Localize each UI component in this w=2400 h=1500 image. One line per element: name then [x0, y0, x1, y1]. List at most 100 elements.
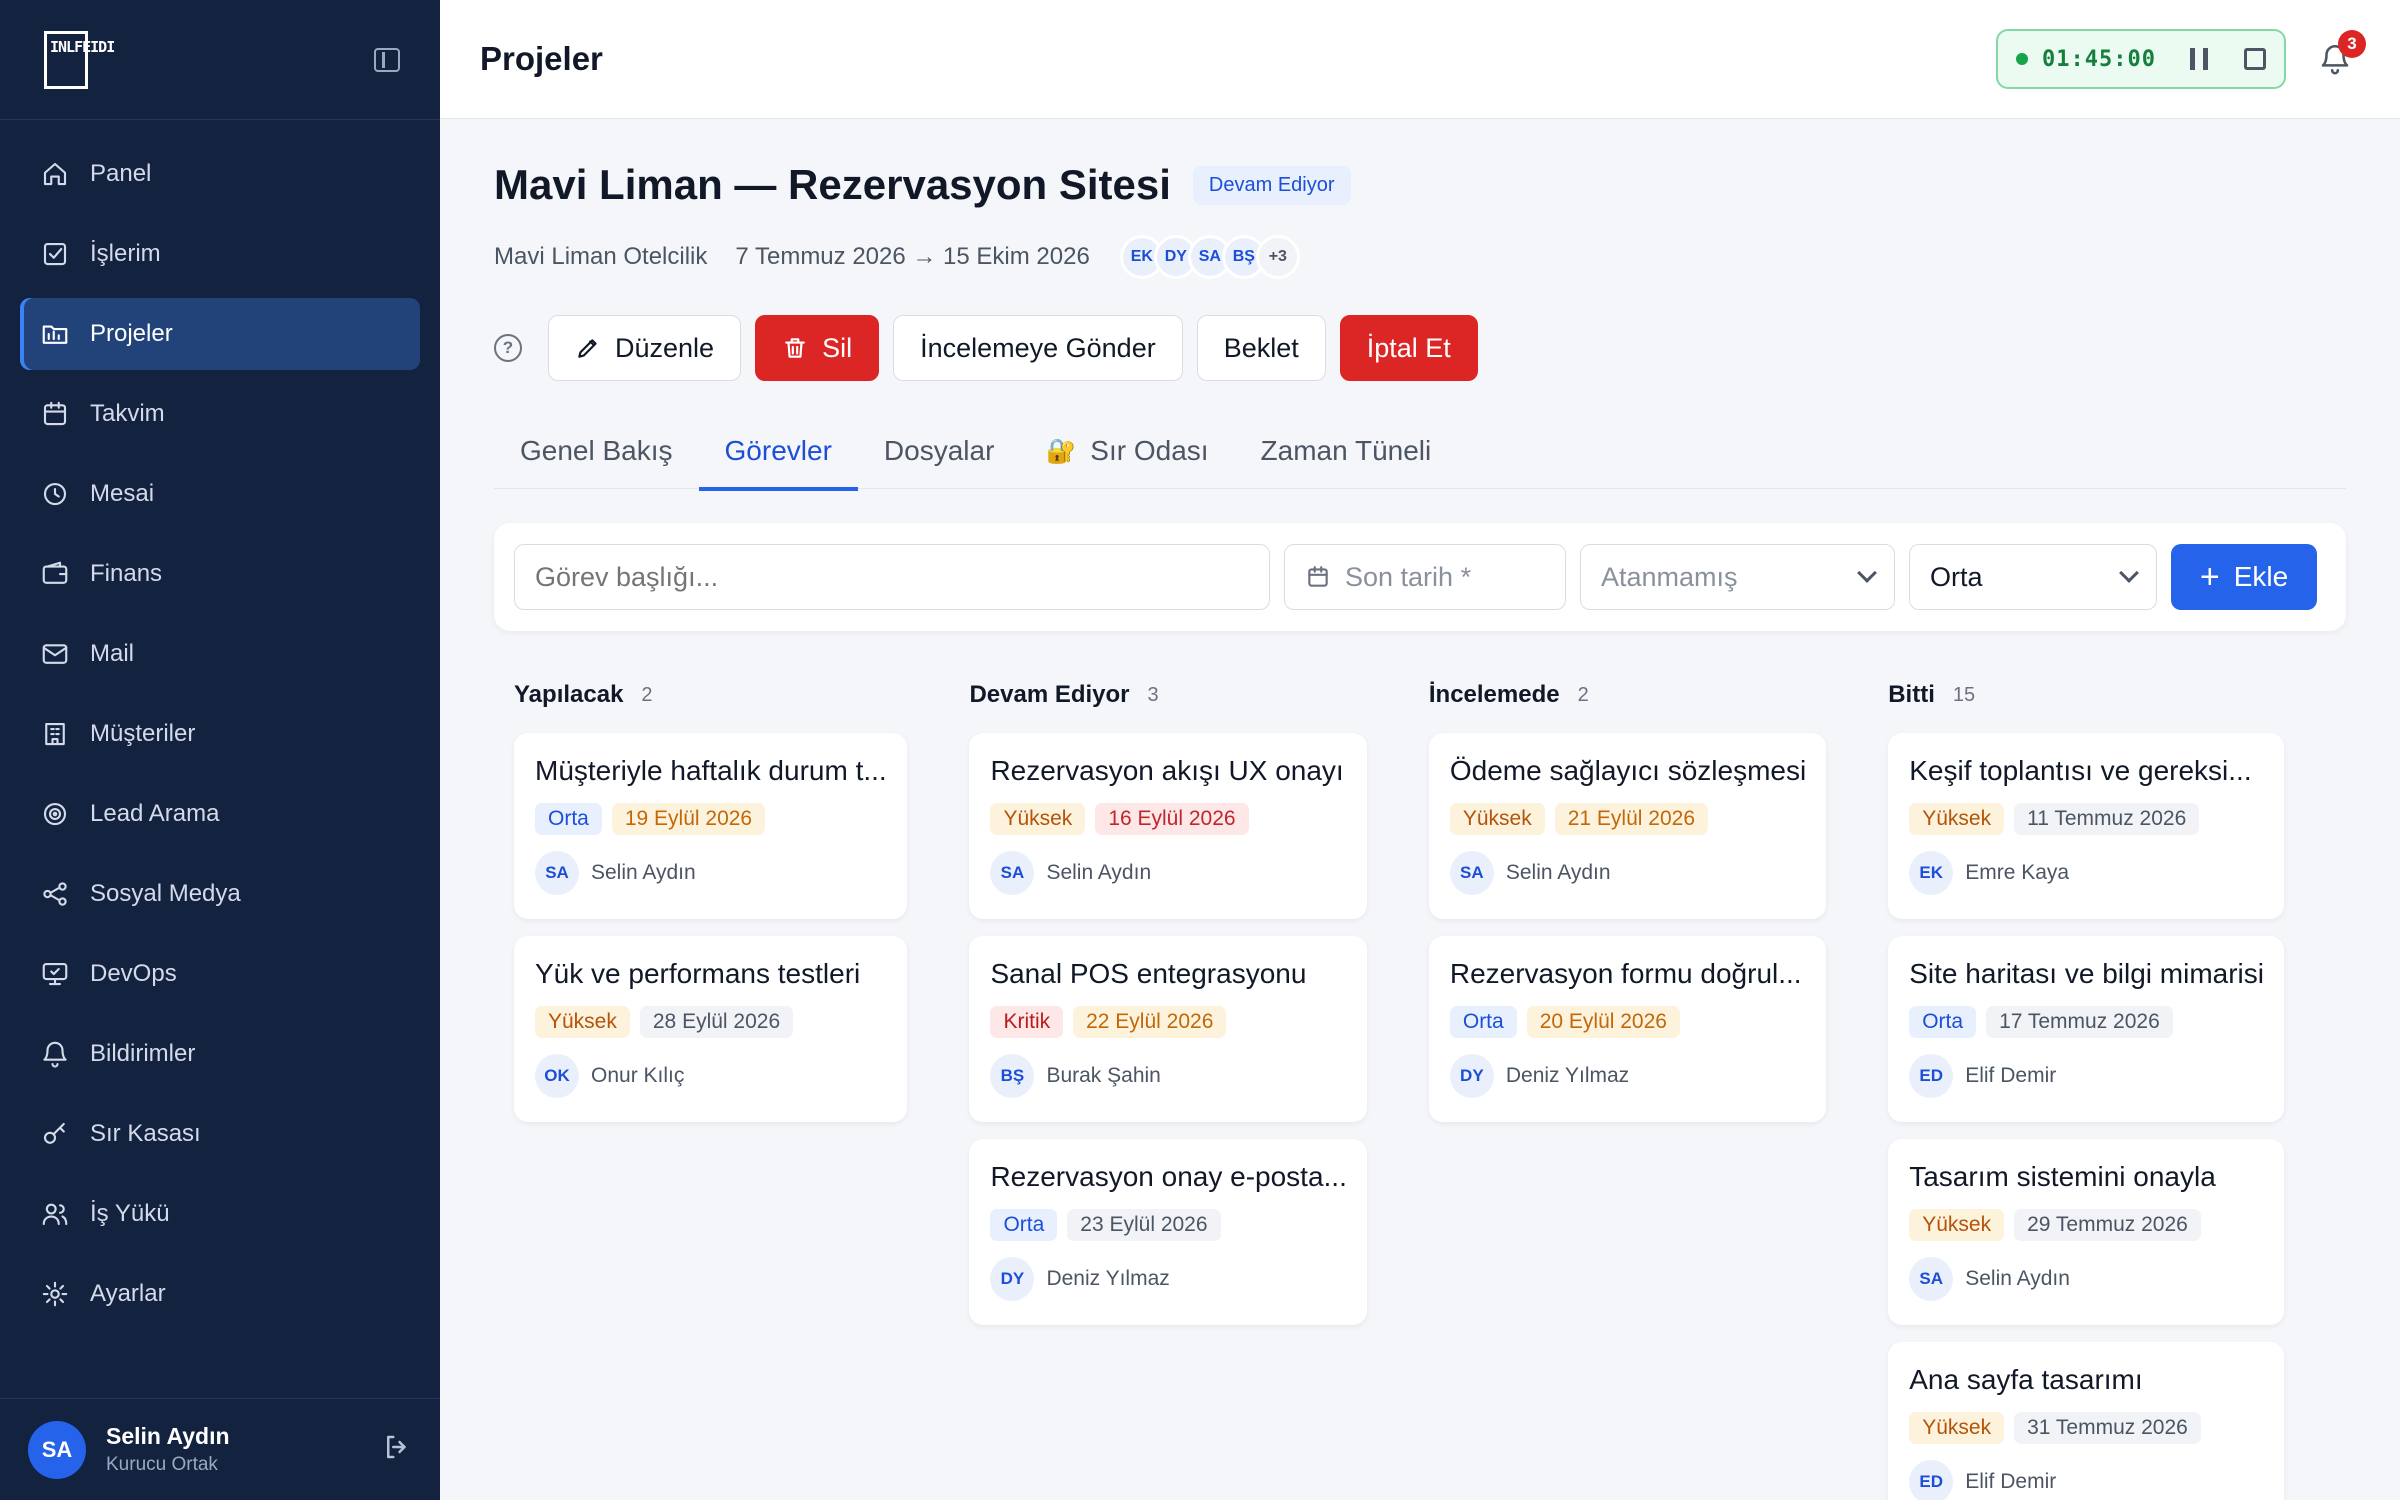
assignee-name: Deniz Yılmaz	[1046, 1267, 1170, 1290]
sidebar-item-building[interactable]: Müşteriler	[20, 698, 420, 770]
sidebar-item-label: Sır Kasası	[90, 1120, 201, 1147]
task-title: Rezervasyon formu doğrul...	[1449, 958, 1802, 989]
status-badge: Devam Ediyor	[1192, 165, 1351, 205]
add-task-label: Ekle	[2233, 561, 2289, 592]
priority-badge: Yüksek	[1909, 1412, 2005, 1444]
delete-button[interactable]: Sil	[755, 315, 880, 381]
cancel-project-button[interactable]: İptal Et	[1339, 315, 1478, 381]
task-card[interactable]: Rezervasyon formu doğrul... Orta 20 Eylül …	[1428, 936, 1827, 1122]
sidebar-item-label: Sosyal Medya	[90, 880, 241, 907]
user-avatar[interactable]: SA	[28, 1420, 86, 1479]
task-card[interactable]: Rezervasyon onay e-posta... Orta 23 Eylül …	[969, 1139, 1367, 1325]
sidebar-item-label: Lead Arama	[90, 800, 220, 827]
sidebar-item-label: İş Yükü	[90, 1200, 170, 1227]
target-icon	[43, 802, 67, 826]
task-card[interactable]: Sanal POS entegrasyonu Kritik 22 Eylül 202…	[969, 936, 1367, 1122]
trash-icon	[785, 338, 805, 358]
column-count: 3	[1147, 683, 1159, 706]
app-logo[interactable]: INLFEIDI	[44, 30, 115, 89]
edit-button[interactable]: Düzenle	[548, 315, 742, 381]
folder-icon	[42, 325, 68, 344]
assignee-avatar: ED	[1909, 1054, 1954, 1098]
task-title-input[interactable]	[514, 544, 1270, 610]
task-card[interactable]: Ana sayfa tasarımı Yüksek 31 Temmuz 2026 ED…	[1888, 1342, 2284, 1500]
assignee-name: Elif Demir	[1965, 1064, 2057, 1087]
sidebar-item-monitor[interactable]: DevOps	[20, 938, 420, 1010]
sidebar-item-label: Takvim	[90, 400, 165, 427]
sidebar-item-home[interactable]: Panel	[20, 138, 420, 210]
sidebar-item-checkbox[interactable]: İşlerim	[20, 218, 420, 290]
task-title: Ana sayfa tasarımı	[1909, 1364, 2143, 1395]
task-card[interactable]: Yük ve performans testleri Yüksek 28 Eylül…	[514, 936, 908, 1122]
assignee-name: Selin Aydın	[1046, 861, 1152, 884]
pencil-icon	[578, 339, 597, 358]
column-title: İncelemede	[1428, 681, 1560, 708]
task-card[interactable]: Müşteriyle haftalık durum t... Orta 19 Eyl…	[514, 733, 908, 919]
sidebar-item-key[interactable]: Sır Kasası	[20, 1098, 420, 1170]
add-task-button[interactable]: + Ekle	[2171, 544, 2317, 610]
client-name[interactable]: Mavi Liman Otelcilik	[494, 243, 707, 271]
assignee-name: Selin Aydın	[1965, 1267, 2070, 1290]
sidebar-item-target[interactable]: Lead Arama	[20, 778, 420, 850]
building-icon	[45, 722, 65, 746]
due-date-input[interactable]: Son tarih *	[1284, 544, 1566, 610]
task-card[interactable]: Ödeme sağlayıcı sözleşmesi Yüksek 21 Eylül…	[1428, 733, 1827, 919]
members-more-count[interactable]: +3	[1255, 235, 1300, 279]
gear-icon	[42, 1281, 68, 1307]
send-review-button[interactable]: İncelemeye Gönder	[893, 315, 1183, 381]
sidebar-item-clock[interactable]: Mesai	[20, 458, 420, 530]
notifications-button[interactable]: 3	[2310, 30, 2366, 84]
clock-icon	[43, 482, 67, 506]
assignee-name: Emre Kaya	[1965, 861, 2070, 884]
chevron-down-icon	[2119, 563, 2139, 583]
sidebar: INLFEIDI Panel İşlerim Projeler Takvim Mesai…	[0, 0, 440, 1500]
tab-1[interactable]: Genel Bakış	[494, 413, 699, 489]
assignee-name: Burak Şahin	[1046, 1064, 1161, 1087]
due-date-badge: 28 Eylül 2026	[639, 1006, 794, 1038]
plus-icon: +	[2199, 558, 2220, 596]
assignee-avatar: ED	[1909, 1460, 1954, 1500]
task-title: Tasarım sistemini onayla	[1909, 1161, 2216, 1192]
task-title: Rezervasyon onay e-posta...	[990, 1161, 1347, 1192]
tab-3[interactable]: Dosyalar	[858, 413, 1020, 489]
tab-2[interactable]: Görevler	[698, 413, 859, 491]
sidebar-item-label: DevOps	[90, 960, 177, 987]
tab-label: Görevler	[724, 435, 832, 466]
sidebar-item-mail[interactable]: Mail	[20, 618, 420, 690]
column-title: Bitti	[1888, 681, 1935, 708]
task-card[interactable]: Site haritası ve bilgi mimarisi Orta 17 Te…	[1888, 936, 2284, 1122]
key-icon	[43, 1122, 65, 1144]
sidebar-item-share[interactable]: Sosyal Medya	[20, 858, 420, 930]
sidebar-nav: Panel İşlerim Projeler Takvim Mesai Finans Mai…	[0, 120, 440, 1330]
priority-select[interactable]: Orta	[1909, 544, 2157, 610]
task-card[interactable]: Keşif toplantısı ve gereksi... Yüksek 11 T…	[1888, 733, 2284, 919]
due-date-badge: 20 Eylül 2026	[1526, 1006, 1680, 1038]
task-title: Ödeme sağlayıcı sözleşmesi	[1449, 755, 1807, 786]
hold-button[interactable]: Beklet	[1196, 315, 1326, 381]
member-avatars[interactable]: EK DY SA BŞ +3	[1119, 235, 1300, 279]
sidebar-item-wallet[interactable]: Finans	[20, 538, 420, 610]
sidebar-item-users[interactable]: İş Yükü	[20, 1178, 420, 1250]
tab-4[interactable]: 🔐 Sır Odası	[1020, 413, 1234, 489]
task-card[interactable]: Rezervasyon akışı UX onayı Yüksek 16 Eylül…	[969, 733, 1367, 919]
assignee-select[interactable]: Atanmamış	[1580, 544, 1895, 610]
sidebar-item-calendar[interactable]: Takvim	[20, 378, 420, 450]
tab-label: Dosyalar	[883, 435, 995, 466]
due-date-badge: 11 Temmuz 2026	[2014, 803, 2200, 835]
sidebar-item-bell[interactable]: Bildirimler	[20, 1018, 420, 1090]
assignee-name: Selin Aydın	[591, 861, 696, 884]
sidebar-item-folder[interactable]: Projeler	[20, 298, 420, 370]
assignee-name: Onur Kılıç	[591, 1064, 685, 1087]
stop-icon[interactable]	[2244, 48, 2266, 70]
due-date-badge: 16 Eylül 2026	[1095, 803, 1249, 835]
pause-icon[interactable]	[2190, 48, 2208, 70]
tab-5[interactable]: Zaman Tüneli	[1235, 413, 1458, 489]
sidebar-item-label: Mesai	[90, 480, 155, 507]
sidebar-item-gear[interactable]: Ayarlar	[20, 1258, 420, 1330]
help-icon[interactable]: ?	[494, 334, 522, 362]
sidebar-collapse-icon[interactable]	[374, 47, 400, 72]
sidebar-item-label: Projeler	[90, 320, 173, 347]
monitor-icon	[42, 962, 68, 986]
logout-icon[interactable]	[382, 1432, 412, 1467]
task-card[interactable]: Tasarım sistemini onayla Yüksek 29 Temmuz …	[1888, 1139, 2284, 1325]
